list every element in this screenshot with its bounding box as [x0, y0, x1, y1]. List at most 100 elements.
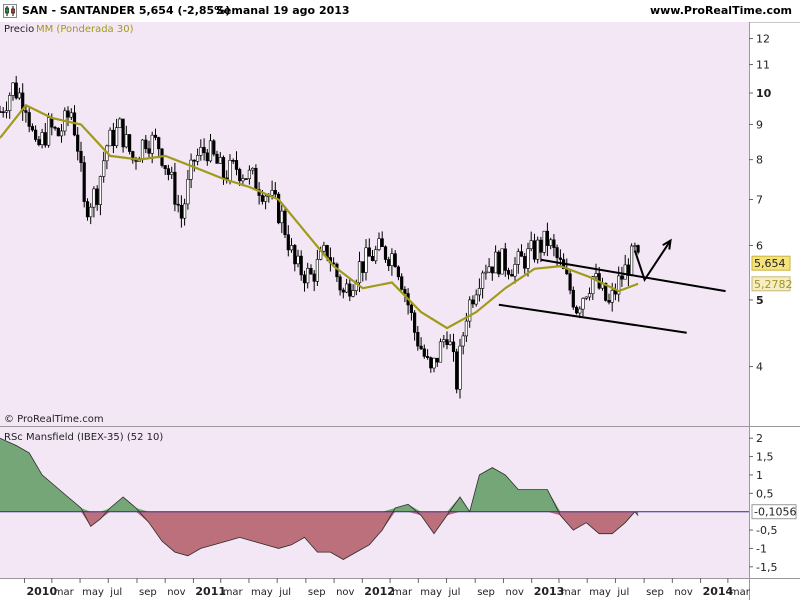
candle-body — [309, 268, 313, 275]
legend-ma: MM (Ponderada 30) — [36, 24, 134, 35]
candle-body — [571, 289, 575, 308]
candle-body — [306, 268, 310, 284]
candle-body — [302, 274, 307, 284]
indicator-legend: RSc Mansfield (IBEX-35) (52 10) — [4, 432, 163, 443]
candle-body — [555, 247, 559, 259]
candle-body — [286, 234, 290, 251]
candle-body — [293, 245, 297, 265]
indicator-panel[interactable] — [0, 427, 749, 578]
chart-window: SAN - SANTANDER 5,654 (-2,85%) Semanal 1… — [0, 0, 800, 600]
candle-body — [299, 255, 303, 276]
candle-body — [37, 139, 41, 145]
candle-body — [344, 283, 349, 293]
candle-body — [480, 272, 485, 289]
candle-body — [289, 245, 294, 251]
candle-body — [270, 190, 274, 196]
candle-body — [500, 248, 504, 275]
candle-body — [432, 357, 436, 369]
candle-body — [578, 308, 582, 314]
time-tick-label: may — [82, 587, 104, 598]
candle-body — [636, 245, 640, 253]
time-tick-label: sep — [139, 587, 157, 598]
candle-body — [545, 230, 549, 246]
candle-body — [1, 111, 5, 113]
candle-body — [144, 139, 148, 150]
candle-body — [98, 176, 102, 205]
candle-body — [510, 274, 514, 277]
time-tick-label: sep — [308, 587, 326, 598]
candle-body — [490, 266, 494, 274]
candle-body — [461, 335, 465, 347]
time-tick-label: mar — [392, 587, 413, 598]
candle-body — [422, 348, 426, 357]
candle-body — [296, 255, 300, 265]
candle-body — [419, 345, 423, 350]
time-tick-label: may — [420, 587, 442, 598]
candle-body — [244, 178, 248, 180]
candle-body — [558, 257, 562, 260]
candle-body — [0, 111, 2, 113]
last-price-value: 5,654 — [754, 257, 786, 270]
time-tick-label: 2013 — [534, 585, 565, 598]
candle-body — [273, 190, 277, 195]
indicator-tick-label: 1,5 — [756, 451, 774, 464]
candle-body — [435, 357, 439, 363]
candle-body — [348, 283, 352, 297]
candle-body — [383, 246, 388, 260]
candle-body — [315, 259, 320, 282]
candle-body — [14, 82, 18, 99]
candle-body — [526, 248, 530, 269]
candle-body — [260, 195, 265, 202]
candle-body — [92, 188, 96, 208]
candle-body — [157, 137, 161, 150]
candle-body — [455, 351, 459, 390]
candle-body — [629, 245, 634, 276]
chart-area[interactable]: 121110987654 21,510,5-0,5-1-1,5 2010mar m… — [0, 22, 800, 600]
candle-body — [552, 239, 556, 248]
candle-body — [312, 273, 316, 282]
candle-body — [374, 249, 378, 262]
candle-body — [458, 345, 462, 390]
candle-body — [620, 275, 624, 280]
time-tick-label: mar — [223, 587, 244, 598]
candle-body — [147, 148, 151, 154]
candle-body — [263, 195, 268, 202]
candle-body — [231, 160, 235, 162]
candle-body — [532, 240, 537, 260]
candle-body — [364, 247, 368, 273]
candle-body — [497, 251, 501, 275]
candle-body — [474, 294, 478, 305]
candle-body — [153, 134, 158, 138]
candle-body — [390, 253, 394, 266]
price-tick-label: 4 — [756, 361, 763, 374]
candle-body — [218, 157, 222, 164]
candle-body — [189, 159, 193, 180]
price-panel[interactable] — [0, 22, 749, 426]
candle-body — [416, 331, 420, 347]
time-tick-label: mar — [561, 587, 582, 598]
price-tick-label: 9 — [756, 119, 763, 132]
candle-body — [445, 339, 449, 346]
candle-body — [170, 171, 174, 175]
candle-body — [228, 160, 232, 181]
time-tick-label: may — [589, 587, 611, 598]
candle-body — [338, 276, 342, 291]
candle-body — [506, 270, 511, 275]
candle-body — [403, 289, 407, 294]
candle-body — [513, 264, 517, 277]
candle-body — [610, 289, 614, 303]
time-tick-label: jul — [278, 587, 291, 598]
price-tick-label: 6 — [756, 240, 763, 253]
candle-body — [448, 341, 452, 345]
candle-body — [396, 266, 401, 278]
candle-body — [82, 162, 86, 202]
site-link[interactable]: www.ProRealTime.com — [650, 4, 792, 17]
indicator-tick-label: 0,5 — [756, 487, 774, 500]
candle-body — [46, 117, 51, 146]
candle-body — [79, 151, 83, 163]
candle-body — [523, 256, 527, 269]
candle-body — [438, 341, 443, 363]
candle-body — [357, 261, 362, 284]
candle-body — [173, 171, 177, 205]
candle-body — [33, 129, 38, 140]
